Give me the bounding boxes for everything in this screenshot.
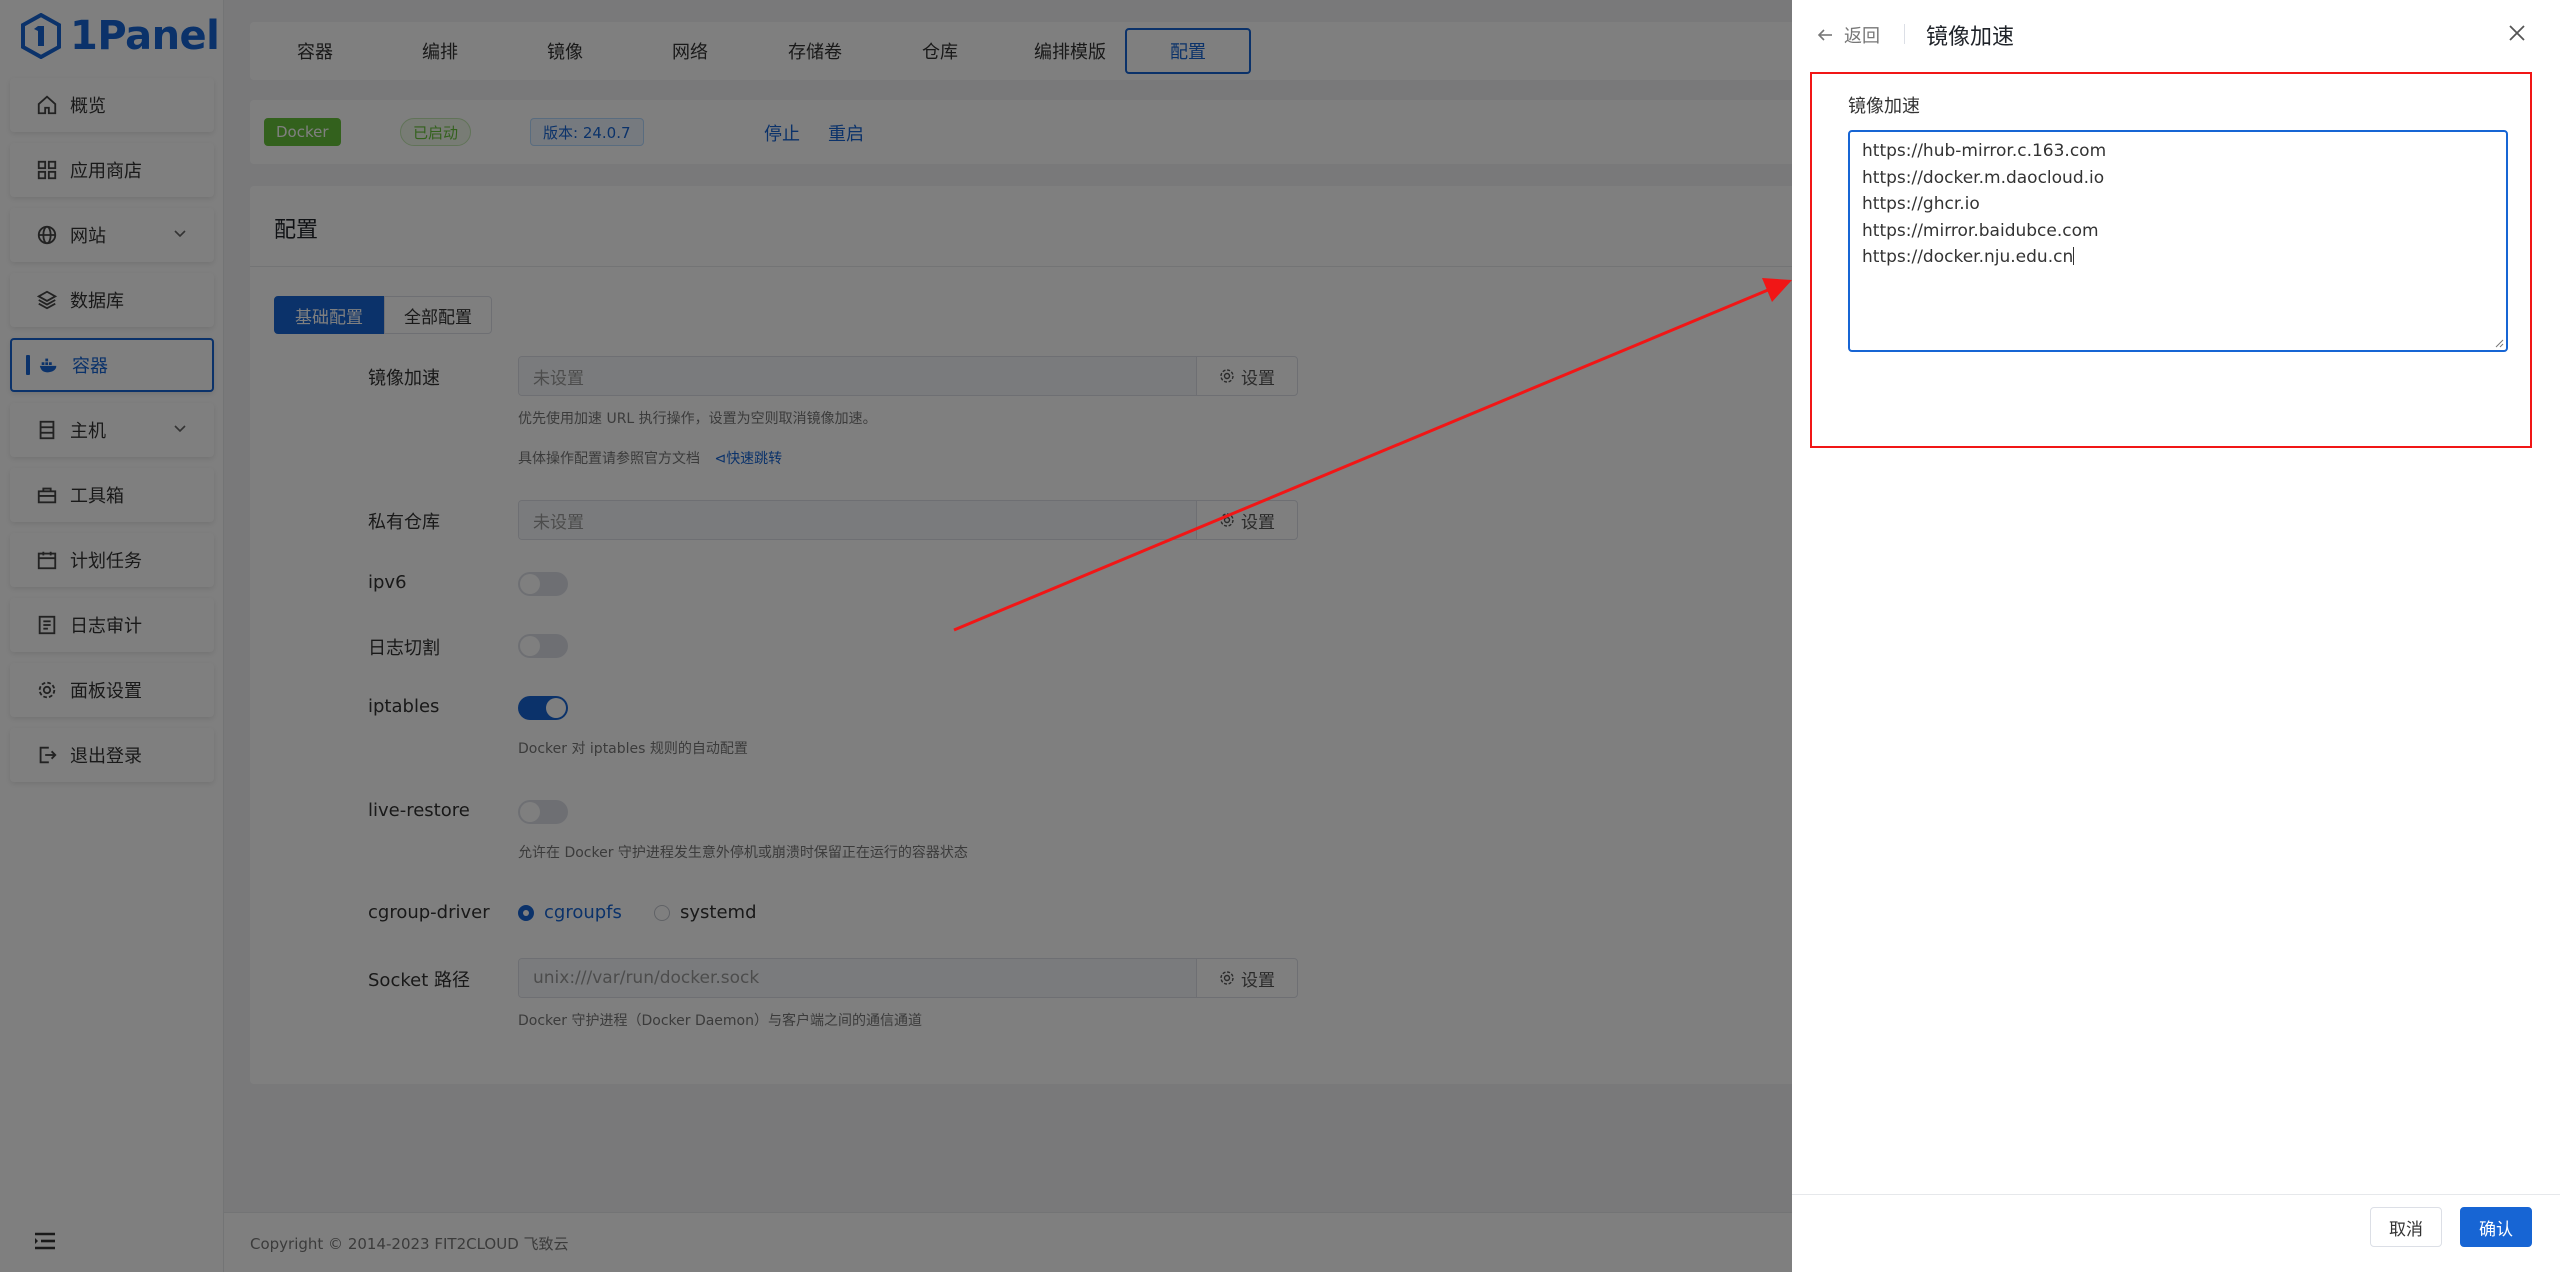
text-caret	[2073, 247, 2075, 265]
drawer-header: 返回 镜像加速	[1792, 0, 2560, 66]
mirror-field-label: 镜像加速	[1848, 96, 1920, 117]
close-icon[interactable]	[2506, 22, 2528, 44]
mirror-drawer: 返回 镜像加速 镜像加速 https://hub-mirror.c.163.co…	[1792, 0, 2560, 1272]
cancel-button[interactable]: 取消	[2370, 1207, 2442, 1247]
mirror-textarea[interactable]: https://hub-mirror.c.163.com https://doc…	[1848, 130, 2508, 352]
arrow-left-icon	[1817, 29, 1832, 41]
drawer-title: 镜像加速	[1926, 25, 2015, 50]
mirror-line: https://mirror.baidubce.com	[1862, 220, 2099, 241]
drawer-footer: 取消 确认	[1792, 1194, 2560, 1272]
mirror-line-text: https://docker.nju.edu.cn	[1862, 247, 2074, 267]
back-button[interactable]: 返回	[1816, 22, 1880, 48]
mirror-line: https://ghcr.io	[1862, 194, 1980, 214]
back-label: 返回	[1844, 26, 1880, 47]
confirm-button[interactable]: 确认	[2460, 1207, 2532, 1247]
mirror-line-last: https://docker.nju.edu.cn	[1862, 244, 2494, 271]
mirror-line: https://hub-mirror.c.163.com	[1862, 141, 2107, 161]
mirror-line: https://docker.m.daocloud.io	[1862, 167, 2105, 188]
resize-grip-icon[interactable]	[2494, 338, 2504, 348]
divider	[1904, 24, 1905, 44]
